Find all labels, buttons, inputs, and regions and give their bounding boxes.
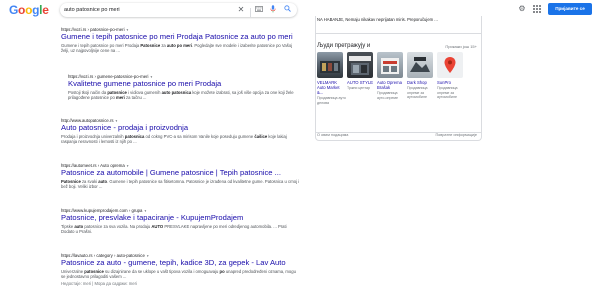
search-icon[interactable] <box>282 5 292 15</box>
result-title[interactable]: Patosnice za auto - gumene, tepih, kadic… <box>61 258 301 268</box>
place-thumbnail <box>377 52 403 78</box>
result-title[interactable]: Auto patosnice - prodaja i proizvodnja <box>61 123 301 133</box>
result-snippet: Gumene i tepih patosnice po meri Prodaja… <box>61 42 293 54</box>
place-thumbnail <box>437 52 463 78</box>
result-item: https://www.kupujemprodajem.com › grupa ▾… <box>61 208 301 235</box>
result-item: https://vozi.rs › gumene-patosnice-po-me… <box>68 74 302 101</box>
missing-terms: Недостаје: meri | Мора да садржи: meri <box>61 281 137 287</box>
place-type: Продавница ауто делова <box>317 96 346 105</box>
result-snippet: Postoji tkoji način da patosnice i vidio… <box>68 89 294 101</box>
review-snippet: NA HABANJE, Nemaju nikakav neprijatan mi… <box>317 17 438 22</box>
result-item: https://vozi.rs › patosnice-po-meri ▾ Gum… <box>61 27 301 54</box>
search-divider <box>250 8 251 17</box>
show-more-link[interactable]: Прикажи још 15+ <box>445 44 477 49</box>
place-thumbnail <box>347 52 373 78</box>
feedback-link[interactable]: Повратне информације <box>435 133 477 137</box>
keyboard-icon[interactable] <box>254 5 264 15</box>
knowledge-panel: NA HABANJE, Nemaju nikakav neprijatan mi… <box>315 16 482 141</box>
place-type: Продавница опреме за аутомобиле <box>407 86 428 99</box>
place-name: VELMARK Auto Market &... <box>317 80 340 95</box>
related-place-card[interactable]: Dark Shop Продавница опреме за аутомобил… <box>407 52 436 100</box>
result-item: http://www.autopatosnice.rs ▾ Auto patosn… <box>61 118 301 145</box>
divider <box>316 33 482 34</box>
related-place-card[interactable]: VELMARK Auto Market &... Продавница ауто… <box>317 52 346 105</box>
place-type: Продавница опреме за аутомобиле <box>437 86 458 99</box>
result-title[interactable]: Kvalitetne gumene patosnice po meri Prod… <box>68 79 302 89</box>
google-logo[interactable]: Google <box>9 3 49 17</box>
gear-icon[interactable]: ⚙ <box>517 4 527 14</box>
result-item: https://lavauto.rs › category › auto-pat… <box>61 253 301 287</box>
signin-button[interactable]: Пријавите се <box>548 3 592 15</box>
people-also-search-title: Људи претражују и <box>317 43 371 49</box>
search-input[interactable] <box>64 5 234 15</box>
result-title[interactable]: Patosnice, presvlake i tapaciranje - Kup… <box>61 213 301 223</box>
search-box: ✕ <box>60 3 297 17</box>
result-title[interactable]: Gumene i tepih patosnice po meri Prodaja… <box>61 32 301 42</box>
place-name: Dark Shop <box>407 80 427 85</box>
close-icon[interactable]: ✕ <box>236 5 246 15</box>
top-bar: Google ✕ ⚙ Пријавите се <box>0 0 600 20</box>
place-name: Auto Oprema Brašak <box>377 80 402 90</box>
about-data-link[interactable]: О овим подацима <box>317 133 348 137</box>
result-snippet: Univerzalne patosnice su dizajnirane da … <box>61 268 296 280</box>
microphone-icon[interactable] <box>268 5 278 15</box>
result-snippet: Prodaja i proizvodnja univerzalnih patos… <box>61 133 287 145</box>
place-type: Продавница ауто-опреме <box>377 91 398 100</box>
place-thumbnail <box>317 52 343 78</box>
place-type: Тржни центар <box>347 86 370 90</box>
result-snippet: Patosnice za svaki auto. Gumene i tepih … <box>61 178 300 190</box>
result-item: https://automeet.rs › Auto oprema ▾ Patos… <box>61 163 301 190</box>
related-place-card[interactable]: SunPro Продавница опреме за аутомобиле <box>437 52 466 100</box>
place-name: SunPro <box>437 80 451 85</box>
result-snippet: Tipske auto patosnice za sva vozila. Na … <box>61 223 287 235</box>
related-place-card[interactable]: Auto Oprema Brašak Продавница ауто-опрем… <box>377 52 406 100</box>
related-place-card[interactable]: AUTO STYLE Тржни центар <box>347 52 376 91</box>
apps-grid-icon[interactable] <box>532 4 542 14</box>
place-name: AUTO STYLE <box>347 80 373 85</box>
result-title[interactable]: Patosnice za automobile | Gumene patosni… <box>61 168 301 178</box>
place-thumbnail <box>407 52 433 78</box>
